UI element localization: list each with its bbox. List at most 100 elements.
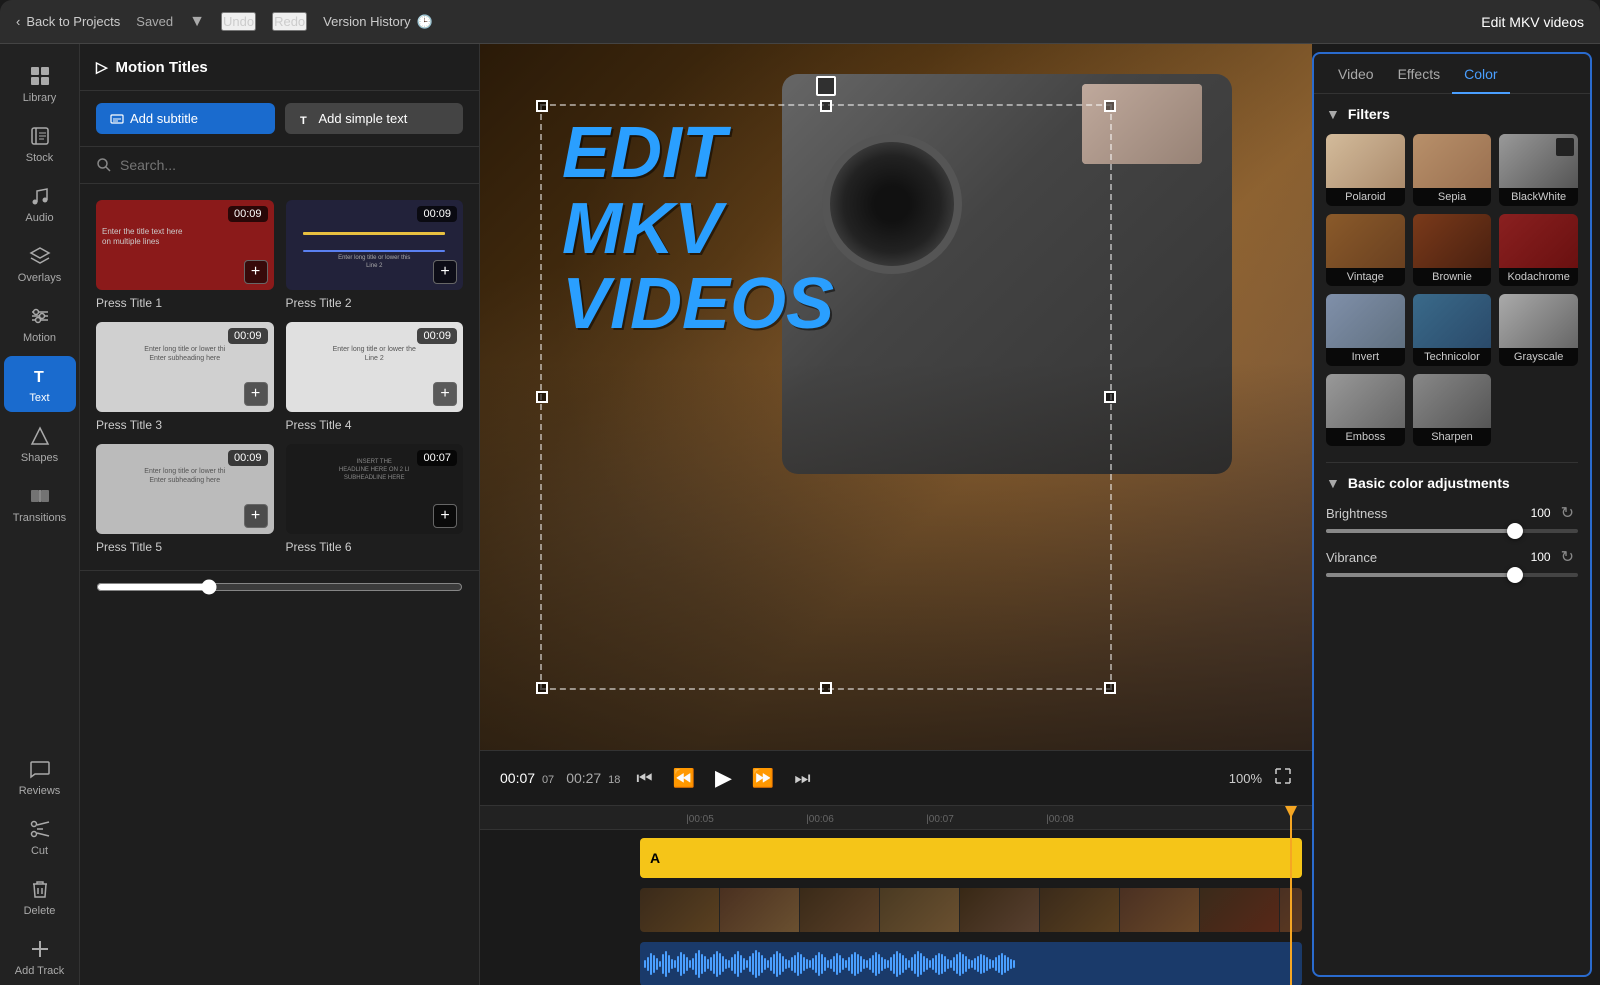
version-history[interactable]: Version History 🕒 [323,14,433,30]
scissors-icon [28,817,52,841]
text-overlay-box[interactable]: EDIT MKV VIDEOS [540,104,1112,690]
brightness-reset[interactable]: ↻ [1557,503,1578,523]
top-center-handle[interactable] [816,76,836,96]
video-controls: 00:07 07 00:27 18 ⏮ ⏪ ▶ ⏩ ⏭ 100% [480,750,1312,805]
add-btn-3[interactable]: + [244,382,268,406]
skip-start-button[interactable]: ⏮ [632,764,656,793]
sidebar-item-stock[interactable]: Stock [4,116,76,172]
filter-sepia[interactable]: Sepia [1413,134,1492,206]
sidebar-item-shapes[interactable]: Shapes [4,416,76,472]
sidebar-item-library[interactable]: Library [4,56,76,112]
saved-dropdown-icon[interactable]: ▼ [189,13,205,31]
handle-br[interactable] [1104,682,1116,694]
sidebar-item-cut[interactable]: Cut [4,809,76,865]
sidebar-item-text[interactable]: T Text [4,356,76,412]
text-clip[interactable]: A [640,838,1302,878]
brightness-thumb[interactable] [1507,523,1523,539]
add-btn-2[interactable]: + [433,260,457,284]
add-btn-6[interactable]: + [433,504,457,528]
title-card-5[interactable]: 00:09 Enter long title or lower thiEnter… [96,444,274,554]
chat-icon [28,757,52,781]
handle-tm[interactable] [820,100,832,112]
handle-tl[interactable] [536,100,548,112]
sidebar-item-motion[interactable]: Motion [4,296,76,352]
sidebar-item-reviews[interactable]: Reviews [4,749,76,805]
waveform-bar [992,960,994,968]
video-clip[interactable] [640,888,1302,932]
add-btn-5[interactable]: + [244,504,268,528]
filter-brownie[interactable]: Brownie [1413,214,1492,286]
waveform-bar [668,955,670,973]
search-input[interactable] [120,157,463,173]
filter-emboss[interactable]: Emboss [1326,374,1405,446]
handle-bm[interactable] [820,682,832,694]
transitions-icon [28,484,52,508]
filter-invert[interactable]: Invert [1326,294,1405,366]
handle-bl[interactable] [536,682,548,694]
add-subtitle-button[interactable]: Add subtitle [96,103,275,134]
audio-clip[interactable] [640,942,1302,985]
sidebar-item-overlays[interactable]: Overlays [4,236,76,292]
handle-mr[interactable] [1104,391,1116,403]
color-adj-toggle[interactable]: ▼ [1326,475,1340,491]
timeline-playhead[interactable] [1290,806,1292,985]
title-card-4[interactable]: 00:09 Enter long title or lower theLine … [286,322,464,432]
filter-vintage[interactable]: Vintage [1326,214,1405,286]
edit-text-content[interactable]: EDIT MKV VIDEOS [542,106,1110,353]
filter-sharpen[interactable]: Sharpen [1413,374,1492,446]
layers-icon [28,244,52,268]
tab-video[interactable]: Video [1326,54,1386,94]
tab-effects[interactable]: Effects [1386,54,1453,94]
waveform-bar [905,958,907,970]
vibrance-track[interactable] [1326,573,1578,577]
vibrance-thumb[interactable] [1507,567,1523,583]
waveform-bar [908,960,910,968]
panel-scrubber[interactable] [96,579,463,595]
tab-color[interactable]: Color [1452,54,1509,94]
title-card-1[interactable]: 00:09 Enter the title text hereon multip… [96,200,274,310]
filter-grayscale[interactable]: Grayscale [1499,294,1578,366]
back-button[interactable]: ‹ Back to Projects [16,14,120,29]
filter-polaroid[interactable]: Polaroid [1326,134,1405,206]
saved-status: Saved [136,14,173,29]
title-card-2[interactable]: 00:09 Enter long title or lower thisLine… [286,200,464,310]
redo-button[interactable]: Redo [272,12,307,31]
waveform-bar [986,957,988,971]
title-card-6[interactable]: 00:07 INSERT THEHEADLINE HERE ON 2 LISUB… [286,444,464,554]
sidebar-item-audio[interactable]: Audio [4,176,76,232]
play-button[interactable]: ▶ [711,761,736,795]
filter-kodachrome[interactable]: Kodachrome [1499,214,1578,286]
filter-technicolor[interactable]: Technicolor [1413,294,1492,366]
rewind-button[interactable]: ⏪ [669,764,699,793]
waveform-bar [998,955,1000,973]
add-simple-text-button[interactable]: T Add simple text [285,103,464,134]
waveform-bar [797,952,799,976]
handle-tr[interactable] [1104,100,1116,112]
brightness-track[interactable] [1326,529,1578,533]
sidebar-item-addtrack[interactable]: Add Track [4,929,76,985]
title-card-3[interactable]: 00:09 Enter long title or lower thiEnter… [96,322,274,432]
add-btn-1[interactable]: + [244,260,268,284]
undo-button[interactable]: Undo [221,12,256,31]
sidebar-item-delete[interactable]: Delete [4,869,76,925]
fullscreen-button[interactable] [1274,767,1292,790]
sidebar-item-transitions[interactable]: Transitions [4,476,76,532]
add-btn-4[interactable]: + [433,382,457,406]
thumb-text-4: Enter long title or lower theLine 2 [292,345,458,365]
timeline-tracks: A [480,830,1312,985]
vibrance-reset[interactable]: ↻ [1557,547,1578,567]
handle-ml[interactable] [536,391,548,403]
filter-thumb-bw [1499,134,1578,188]
waveform-bar [776,951,778,977]
skip-end-button[interactable]: ⏭ [790,764,814,793]
waveform-bar [764,958,766,970]
video-thumb-5 [960,888,1040,932]
sidebar-item-label: Audio [25,212,53,224]
filters-toggle[interactable]: ▼ [1326,106,1340,122]
window-title: Edit MKV videos [1481,14,1584,30]
waveform-bar [830,959,832,969]
shapes-icon [28,424,52,448]
filter-thumb-emboss [1326,374,1405,428]
filter-blackwhite[interactable]: BlackWhite [1499,134,1578,206]
fast-forward-button[interactable]: ⏩ [748,764,778,793]
